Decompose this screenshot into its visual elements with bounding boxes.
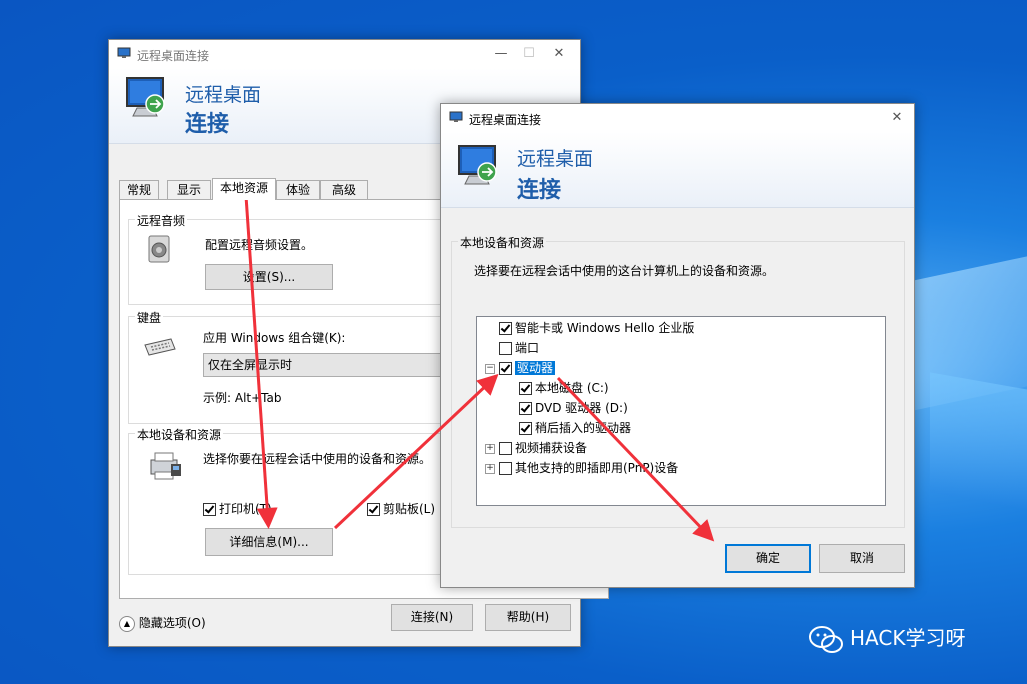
- dialog-title: 远程桌面连接: [469, 113, 542, 127]
- local-disk-label: 本地磁盘 (C:): [535, 381, 609, 395]
- checkbox-checked: [499, 362, 512, 375]
- audio-group-label: 远程音频: [135, 212, 188, 229]
- keyboard-example: 示例: Alt+Tab: [203, 391, 282, 405]
- help-button[interactable]: 帮助(H): [485, 604, 571, 631]
- dvd-label: DVD 驱动器 (D:): [535, 401, 628, 415]
- hide-options-label: 隐藏选项(O): [138, 616, 206, 630]
- tree-item-port[interactable]: 端口: [499, 339, 539, 357]
- keyboard-icon: [144, 338, 176, 356]
- watermark: HACK学习呀: [808, 622, 965, 655]
- tree-item-pnp[interactable]: + 其他支持的即插即用(PnP)设备: [485, 459, 678, 477]
- minimize-button[interactable]: —: [487, 44, 515, 64]
- rdp-monitor-icon: [126, 77, 165, 117]
- watermark-text: HACK学习呀: [850, 626, 966, 650]
- chevron-up-icon: ▲: [119, 615, 135, 632]
- checkbox-unchecked: [499, 342, 512, 355]
- title-bar: 远程桌面连接 — ☐ ✕: [109, 40, 580, 68]
- audio-desc: 配置远程音频设置。: [205, 238, 314, 252]
- devices-tree: 智能卡或 Windows Hello 企业版 端口 − 驱动器 本地磁盘 (C:)…: [476, 316, 886, 506]
- tab-advanced[interactable]: 高级: [320, 180, 368, 199]
- rdp-monitor-icon: [458, 145, 497, 185]
- dialog-banner-subtitle: 连接: [517, 178, 562, 203]
- drives-label: 驱动器: [515, 361, 556, 375]
- dialog-close-button[interactable]: ✕: [883, 108, 911, 128]
- expand-icon[interactable]: +: [485, 443, 495, 454]
- local-devices-dialog: 远程桌面连接 ✕ 远程桌面 连接 本地设备和资源 选择要在远程会话中使用的这台计…: [440, 103, 915, 588]
- keyboard-group-label: 键盘: [135, 309, 164, 326]
- checkbox-checked: [519, 402, 532, 415]
- local-devices-desc: 选择你要在远程会话中使用的设备和资源。: [203, 452, 432, 466]
- printer-icon: [150, 452, 181, 480]
- audio-settings-button[interactable]: 设置(S)...: [205, 264, 333, 290]
- video-label: 视频捕获设备: [515, 441, 588, 455]
- rdp-app-icon: [117, 47, 131, 58]
- checkbox-unchecked: [499, 462, 512, 475]
- details-button[interactable]: 详细信息(M)...: [205, 528, 333, 556]
- maximize-button[interactable]: ☐: [515, 44, 543, 64]
- smartcard-label: 智能卡或 Windows Hello 企业版: [515, 321, 695, 335]
- clipboard-label: 剪贴板(L): [383, 502, 436, 516]
- dialog-devices-group: 本地设备和资源 选择要在远程会话中使用的这台计算机上的设备和资源。 智能卡或 W…: [451, 234, 905, 528]
- tree-item-smartcard[interactable]: 智能卡或 Windows Hello 企业版: [499, 319, 694, 337]
- wechat-icon: [809, 625, 843, 653]
- tree-item-video[interactable]: + 视频捕获设备: [485, 439, 587, 457]
- hide-options-link[interactable]: ▲ 隐藏选项(O): [119, 614, 206, 632]
- tree-item-dvd[interactable]: DVD 驱动器 (D:): [519, 399, 628, 417]
- rdp-app-icon: [449, 111, 463, 122]
- dialog-desc: 选择要在远程会话中使用的这台计算机上的设备和资源。: [474, 264, 775, 278]
- dialog-title-bar: 远程桌面连接 ✕: [441, 104, 914, 132]
- banner-subtitle: 连接: [185, 112, 230, 137]
- keyboard-desc: 应用 Windows 组合键(K):: [203, 331, 346, 345]
- later-drives-label: 稍后插入的驱动器: [535, 421, 632, 435]
- dialog-banner: 远程桌面 连接: [441, 132, 914, 208]
- tab-local-resources[interactable]: 本地资源: [212, 178, 276, 200]
- speaker-icon: [148, 235, 170, 263]
- checkbox-checked: [519, 422, 532, 435]
- clipboard-checkbox[interactable]: 剪贴板(L): [367, 500, 435, 517]
- checkbox-checked: [499, 322, 512, 335]
- connect-button[interactable]: 连接(N): [391, 604, 473, 631]
- expand-icon[interactable]: +: [485, 463, 495, 474]
- port-label: 端口: [515, 341, 540, 355]
- printer-checkbox[interactable]: 打印机(T): [203, 500, 272, 517]
- keyboard-combo-select[interactable]: 仅在全屏显示时: [203, 353, 463, 377]
- pnp-label: 其他支持的即插即用(PnP)设备: [515, 461, 679, 475]
- ok-button[interactable]: 确定: [725, 544, 811, 573]
- tab-general[interactable]: 常规: [119, 180, 159, 199]
- collapse-icon[interactable]: −: [485, 363, 495, 374]
- cancel-button[interactable]: 取消: [819, 544, 905, 573]
- checkbox-unchecked: [499, 442, 512, 455]
- checkbox-checked: [367, 503, 380, 516]
- printer-label: 打印机(T): [219, 502, 272, 516]
- dialog-banner-title: 远程桌面: [517, 148, 594, 170]
- tab-display[interactable]: 显示: [167, 180, 211, 199]
- tree-item-later-drives[interactable]: 稍后插入的驱动器: [519, 419, 631, 437]
- local-devices-group-label: 本地设备和资源: [135, 426, 224, 443]
- tree-item-drives[interactable]: − 驱动器: [485, 359, 556, 377]
- tree-item-local-disk[interactable]: 本地磁盘 (C:): [519, 379, 609, 397]
- checkbox-checked: [519, 382, 532, 395]
- tab-experience[interactable]: 体验: [276, 180, 320, 199]
- window-title: 远程桌面连接: [137, 49, 210, 63]
- close-button[interactable]: ✕: [545, 44, 573, 64]
- wallpaper-light: [930, 372, 1027, 528]
- checkbox-checked: [203, 503, 216, 516]
- banner-title: 远程桌面: [185, 84, 262, 106]
- dialog-devices-group-label: 本地设备和资源: [458, 234, 547, 251]
